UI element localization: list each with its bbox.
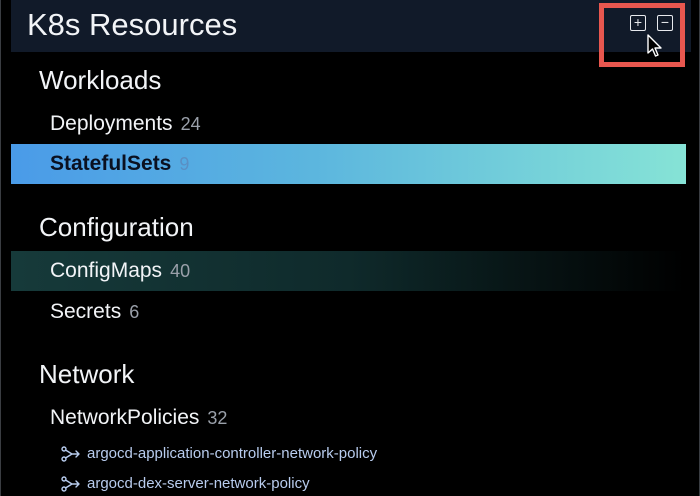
- item-label: NetworkPolicies: [50, 406, 200, 429]
- k8s-resources-panel: K8s Resources + − Workloads Deployments 2…: [0, 0, 700, 496]
- tree-item-statefulsets[interactable]: StatefulSets 9: [11, 144, 686, 184]
- collapse-all-button[interactable]: −: [657, 15, 673, 31]
- section-title-workloads: Workloads: [39, 65, 162, 95]
- item-count: 6: [129, 302, 140, 322]
- tree-item-networkpolicies[interactable]: NetworkPolicies 32: [11, 398, 686, 438]
- item-label: StatefulSets: [50, 152, 172, 175]
- expand-all-button[interactable]: +: [630, 15, 646, 31]
- network-policy-icon: [61, 446, 80, 462]
- item-label: Secrets: [50, 300, 122, 323]
- panel-title: K8s Resources: [27, 7, 238, 42]
- item-count: 32: [207, 408, 228, 428]
- plus-icon: +: [633, 14, 643, 30]
- item-count: 40: [170, 261, 191, 281]
- network-policy-label: argocd-dex-server-network-policy: [87, 475, 310, 492]
- mouse-pointer-icon: [647, 34, 662, 57]
- item-label: ConfigMaps: [50, 259, 163, 282]
- tree-item-configmaps[interactable]: ConfigMaps 40: [11, 251, 686, 291]
- minus-icon: −: [660, 14, 670, 30]
- network-policy-item[interactable]: argocd-application-controller-network-po…: [61, 442, 377, 466]
- network-policy-icon: [61, 476, 80, 492]
- item-label: Deployments: [50, 112, 173, 135]
- panel-header: K8s Resources + −: [11, 0, 691, 52]
- tree-item-secrets[interactable]: Secrets 6: [11, 292, 686, 332]
- section-title-network: Network: [39, 359, 135, 389]
- tree-item-deployments[interactable]: Deployments 24: [11, 104, 686, 144]
- item-count: 24: [180, 114, 201, 134]
- item-count: 9: [179, 154, 190, 174]
- network-policy-item[interactable]: argocd-dex-server-network-policy: [61, 472, 310, 496]
- network-policy-label: argocd-application-controller-network-po…: [87, 445, 378, 462]
- section-title-configuration: Configuration: [39, 212, 194, 242]
